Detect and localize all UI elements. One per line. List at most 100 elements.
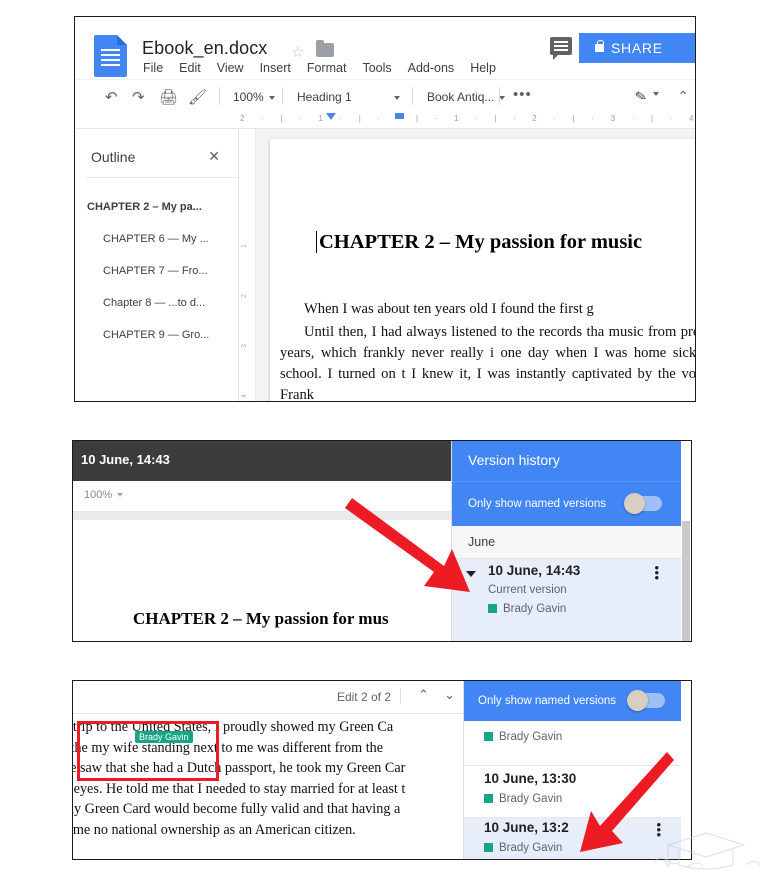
version-document-canvas: CHAPTER 2 – My passion for mus bbox=[73, 520, 451, 641]
menu-item-help[interactable]: Help bbox=[470, 61, 496, 75]
version-month-group: June bbox=[452, 526, 681, 558]
menu-item-format[interactable]: Format bbox=[307, 61, 347, 75]
named-versions-label: Only show named versions bbox=[478, 695, 617, 707]
document-paragraph-2: Until then, I had always listened to the… bbox=[280, 324, 696, 402]
edit-counter: Edit 2 of 2 bbox=[336, 690, 391, 704]
outline-item-chapter-6[interactable]: CHAPTER 6 — My ... bbox=[75, 223, 238, 255]
docs-toolbar: ↶ ↷ 🖨 🖌 100% Heading 1 Book Antiq... •••… bbox=[75, 79, 695, 113]
version-entry-user: Brady Gavin bbox=[484, 842, 562, 854]
undo-icon[interactable]: ↶ bbox=[105, 88, 118, 106]
menu-item-addons[interactable]: Add-ons bbox=[408, 61, 455, 75]
outline-list: CHAPTER 2 – My pa... CHAPTER 6 — My ... … bbox=[75, 191, 238, 351]
toolbar-divider bbox=[219, 87, 220, 105]
user-color-swatch bbox=[484, 794, 493, 803]
suggestion-document-area: Edit 2 of 2 ⌃ ⌄ a trip to the United Sta… bbox=[73, 681, 463, 859]
divider bbox=[464, 765, 681, 766]
named-versions-toggle-row[interactable]: Only show named versions bbox=[452, 481, 681, 527]
doc-line-6: e me no national ownership as an America… bbox=[72, 821, 356, 838]
editing-mode-chevron-down-icon[interactable] bbox=[653, 92, 659, 96]
named-versions-toggle[interactable] bbox=[624, 493, 662, 514]
version-entry-user: Brady Gavin bbox=[488, 603, 566, 615]
editing-mode-pencil-icon[interactable]: ✎ bbox=[634, 87, 649, 106]
paint-format-icon[interactable]: 🖌 bbox=[188, 88, 207, 106]
collapse-toolbar-icon[interactable]: ⌃ bbox=[677, 88, 689, 105]
outline-item-chapter-7[interactable]: CHAPTER 7 — Fro... bbox=[75, 255, 238, 287]
indent-marker-right-icon[interactable] bbox=[395, 113, 404, 119]
divider bbox=[400, 688, 401, 704]
zoom-selector[interactable]: 100% bbox=[233, 90, 275, 104]
version-entry-user: Brady Gavin bbox=[484, 793, 562, 805]
vertical-ruler[interactable]: 1 2 3 4 bbox=[239, 129, 256, 401]
version-subtoolbar: 100% bbox=[73, 481, 451, 512]
version-history-pane: Version history Only show named versions… bbox=[451, 441, 681, 641]
document-page[interactable]: CHAPTER 2 – My passion for music When I … bbox=[270, 139, 696, 402]
next-edit-icon[interactable]: ⌄ bbox=[444, 687, 455, 703]
panel-docs-editor: Ebook_en.docx ☆ File Edit View Insert Fo… bbox=[74, 16, 696, 402]
named-versions-toggle[interactable] bbox=[627, 690, 665, 711]
scrollbar[interactable] bbox=[681, 441, 691, 641]
outline-pane: Outline ✕ CHAPTER 2 – My pa... CHAPTER 6… bbox=[75, 129, 239, 401]
menu-item-edit[interactable]: Edit bbox=[179, 61, 201, 75]
menu-item-view[interactable]: View bbox=[217, 61, 244, 75]
suggestion-author-tag: Brady Gavin bbox=[135, 731, 193, 743]
outline-title: Outline bbox=[91, 149, 136, 165]
document-canvas: CHAPTER 2 – My passion for music When I … bbox=[256, 129, 695, 401]
version-entry-time: 10 June, 13:2 bbox=[484, 820, 569, 835]
share-button[interactable]: SHARE bbox=[579, 33, 695, 63]
menu-item-file[interactable]: File bbox=[143, 61, 163, 75]
docs-titlebar: Ebook_en.docx ☆ File Edit View Insert Fo… bbox=[75, 17, 695, 79]
star-icon[interactable]: ☆ bbox=[291, 43, 304, 61]
document-heading: CHAPTER 2 – My passion for music bbox=[319, 231, 643, 253]
outline-item-chapter-8[interactable]: Chapter 8 — ...to d... bbox=[75, 287, 238, 319]
user-color-swatch bbox=[488, 604, 497, 613]
version-row-partial[interactable]: Brady Gavin bbox=[464, 723, 681, 761]
named-versions-toggle-row[interactable]: Only show named versions bbox=[464, 681, 681, 721]
comments-icon[interactable] bbox=[550, 37, 572, 60]
toolbar-divider bbox=[499, 87, 500, 105]
toolbar-divider bbox=[282, 87, 283, 105]
version-entry-selected[interactable]: 10 June, 14:43 Current version Brady Gav… bbox=[452, 559, 681, 641]
version-history-header: Version history bbox=[452, 441, 681, 481]
version-entry-status: Current version bbox=[488, 584, 567, 596]
font-selector[interactable]: Book Antiq... bbox=[427, 90, 506, 104]
version-entry-time: 10 June, 13:30 bbox=[484, 771, 577, 786]
close-icon[interactable]: ✕ bbox=[208, 148, 220, 165]
page-title: Ebook_en.docx bbox=[142, 38, 268, 58]
doc-line-4: y eyes. He told me that I needed to stay… bbox=[72, 780, 406, 797]
screenshot-stage: Ebook_en.docx ☆ File Edit View Insert Fo… bbox=[0, 0, 768, 879]
paragraph-style-selector[interactable]: Heading 1 bbox=[297, 90, 400, 104]
print-icon[interactable]: 🖨 bbox=[159, 88, 178, 106]
menu-bar: File Edit View Insert Format Tools Add-o… bbox=[143, 61, 496, 75]
version-entry-time: 10 June, 14:43 bbox=[488, 563, 581, 578]
horizontal-ruler[interactable]: 2 · | · 1 · | · · | · 1 · | · 2 · | · 3 … bbox=[75, 112, 695, 129]
divider bbox=[85, 177, 238, 178]
version-title-bar: 10 June, 14:43 bbox=[73, 441, 451, 481]
document-body: When I was about ten years old I found t… bbox=[280, 299, 696, 402]
outline-item-chapter-9[interactable]: CHAPTER 9 — Gro... bbox=[75, 319, 238, 351]
user-color-swatch bbox=[484, 732, 493, 741]
ruler-ticks: 2 · | · 1 · | · · | · 1 · | · 2 · | · 3 … bbox=[240, 114, 695, 123]
share-button-label: SHARE bbox=[611, 40, 663, 56]
vertical-ruler-ticks: 1 2 3 4 bbox=[241, 221, 248, 401]
indent-marker-left-icon[interactable] bbox=[326, 113, 336, 120]
version-title-label: 10 June, 14:43 bbox=[81, 452, 170, 467]
more-options-icon[interactable]: ••• bbox=[513, 86, 532, 103]
canvas-gutter bbox=[73, 512, 451, 520]
edit-navigation-bar: Edit 2 of 2 ⌃ ⌄ bbox=[73, 681, 463, 714]
folder-icon[interactable] bbox=[316, 40, 334, 57]
redo-icon[interactable]: ↷ bbox=[132, 88, 145, 106]
version-month-label: June bbox=[468, 535, 496, 549]
menu-item-insert[interactable]: Insert bbox=[260, 61, 291, 75]
docs-file-icon bbox=[94, 35, 127, 77]
lock-icon bbox=[595, 40, 604, 52]
outline-item-chapter-2[interactable]: CHAPTER 2 – My pa... bbox=[75, 191, 238, 223]
document-heading: CHAPTER 2 – My passion for mus bbox=[133, 609, 389, 628]
named-versions-label: Only show named versions bbox=[468, 498, 607, 510]
toolbar-divider bbox=[412, 87, 413, 105]
menu-item-tools[interactable]: Tools bbox=[362, 61, 391, 75]
more-actions-kebab-icon[interactable]: • • • bbox=[654, 561, 659, 584]
zoom-selector[interactable]: 100% bbox=[84, 489, 124, 501]
annotation-highlight-box bbox=[77, 721, 219, 781]
previous-edit-icon[interactable]: ⌃ bbox=[418, 687, 429, 703]
expand-triangle-icon[interactable] bbox=[466, 571, 476, 577]
